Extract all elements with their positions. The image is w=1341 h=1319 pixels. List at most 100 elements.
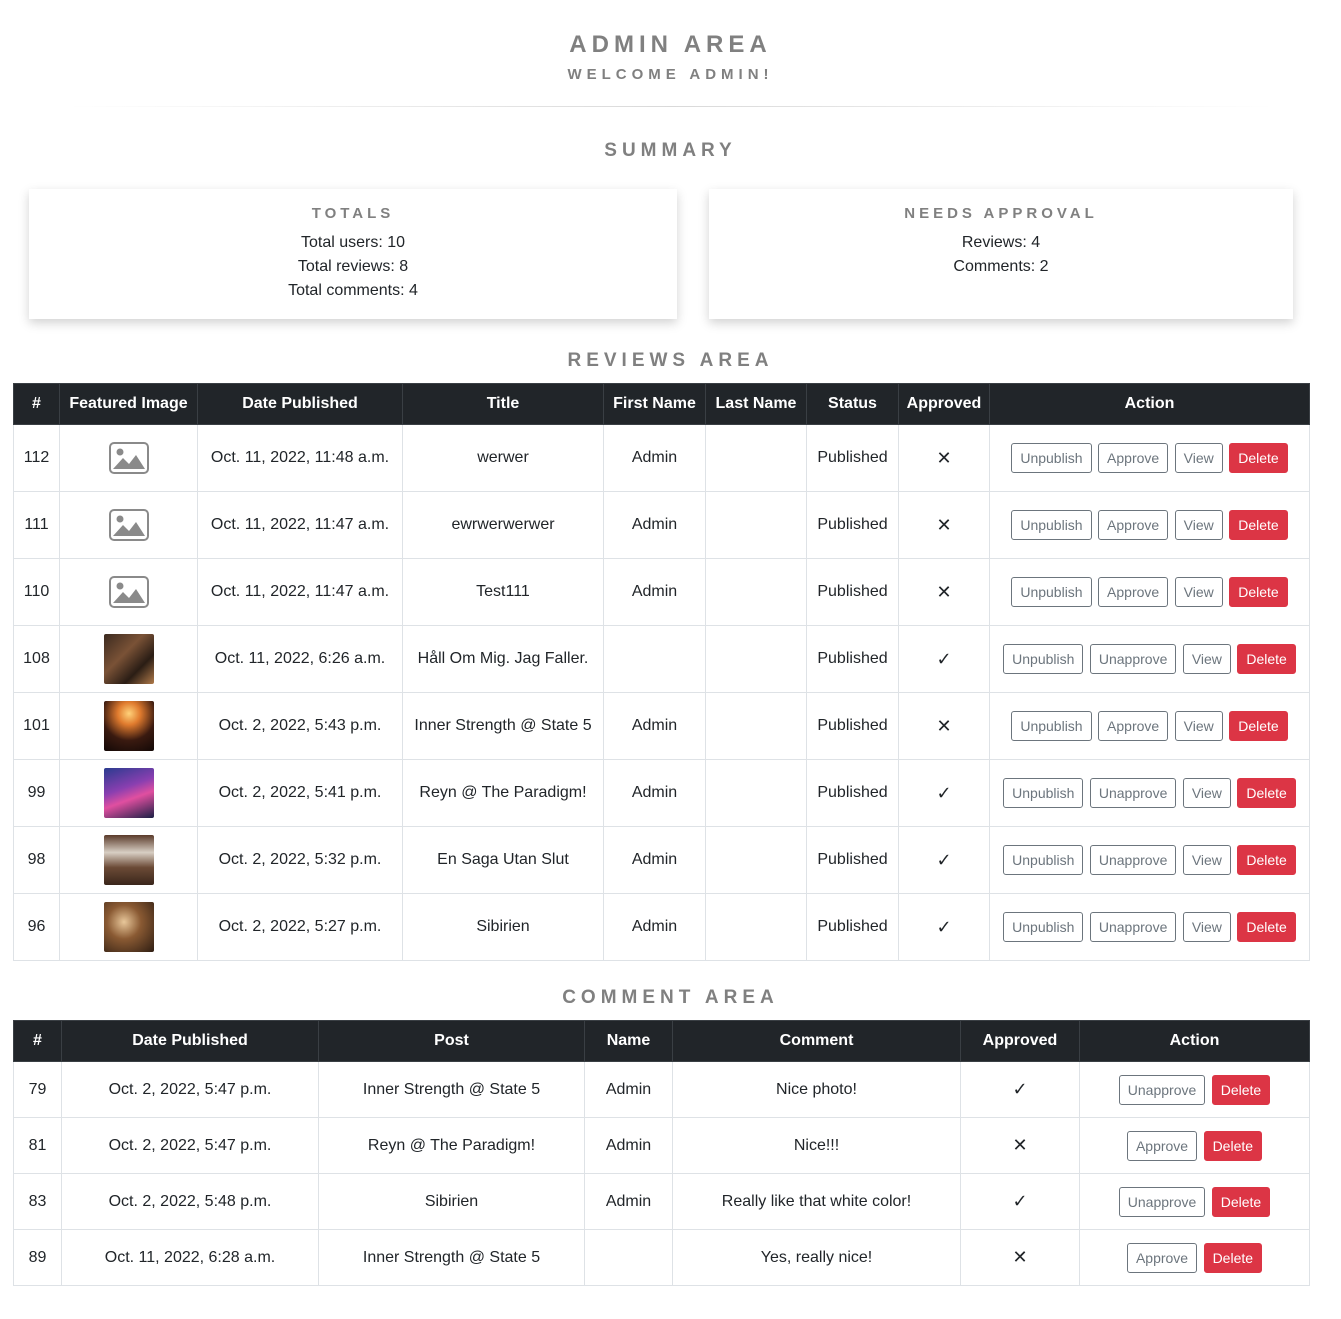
delete-button[interactable]: Delete	[1229, 510, 1288, 540]
last-name	[705, 558, 807, 626]
unpublish-button[interactable]: Unpublish	[1003, 778, 1084, 808]
unpublish-button[interactable]: Unpublish	[1011, 711, 1092, 741]
delete-button[interactable]: Delete	[1229, 711, 1288, 741]
comment-area-title: COMMENT AREA	[562, 987, 779, 1008]
unapprove-button[interactable]: Unapprove	[1118, 1186, 1206, 1217]
last-name	[705, 424, 807, 492]
view-button[interactable]: View	[1182, 778, 1231, 808]
unpublish-button[interactable]: Unpublish	[1003, 644, 1084, 674]
table-row: 99 Oct. 2, 2022, 5:41 p.m. Reyn @ The Para…	[13, 759, 1310, 827]
review-title: Test111	[402, 558, 604, 626]
unpublish-button[interactable]: Unpublish	[1003, 845, 1084, 875]
action-cell: Approve Delete	[1079, 1229, 1310, 1286]
check-icon: ✓	[936, 849, 952, 870]
action-cell: Unpublish Approve View Delete	[989, 692, 1310, 760]
delete-button[interactable]: Delete	[1203, 1242, 1263, 1273]
approve-button[interactable]: Approve	[1098, 510, 1169, 540]
table-row: 83 Oct. 2, 2022, 5:48 p.m. Sibirien Admin Re…	[13, 1173, 1310, 1230]
approved-cell: ✕	[960, 1117, 1080, 1174]
view-button[interactable]: View	[1174, 510, 1223, 540]
approve-button[interactable]: Approve	[1098, 711, 1169, 741]
unpublish-button[interactable]: Unpublish	[1011, 577, 1092, 607]
unapprove-button[interactable]: Unapprove	[1089, 912, 1177, 942]
unapprove-button[interactable]: Unapprove	[1089, 845, 1177, 875]
unapprove-button[interactable]: Unapprove	[1089, 644, 1177, 674]
featured-image-cell	[59, 424, 198, 492]
image-placeholder-icon	[108, 576, 149, 608]
review-title: Sibirien	[402, 893, 604, 961]
approve-button[interactable]: Approve	[1126, 1242, 1198, 1273]
approve-button[interactable]: Approve	[1126, 1130, 1198, 1161]
delete-button[interactable]: Delete	[1203, 1130, 1263, 1161]
review-title: Håll Om Mig. Jag Faller.	[402, 625, 604, 693]
view-button[interactable]: View	[1182, 845, 1231, 875]
featured-image-thumbnail	[103, 768, 154, 818]
column-header-approved: Approved	[898, 383, 990, 425]
last-name	[705, 893, 807, 961]
reviews-table: # Featured Image Date Published Title Fi…	[13, 383, 1310, 961]
delete-button[interactable]: Delete	[1237, 644, 1296, 674]
featured-image-cell	[59, 558, 198, 626]
view-button[interactable]: View	[1182, 912, 1231, 942]
column-header-status: Status	[806, 383, 899, 425]
review-id: 99	[13, 759, 60, 827]
reviews-needing-approval: Reviews: 4	[961, 234, 1041, 251]
view-button[interactable]: View	[1174, 711, 1223, 741]
delete-button[interactable]: Delete	[1211, 1186, 1271, 1217]
column-header-name: Name	[584, 1020, 673, 1062]
post-title: Inner Strength @ State 5	[318, 1229, 585, 1286]
action-cell: Unpublish Unapprove View Delete	[989, 893, 1310, 961]
reviews-header-row: # Featured Image Date Published Title Fi…	[13, 383, 1310, 425]
table-row: 96 Oct. 2, 2022, 5:27 p.m. Sibirien Admin Pu…	[13, 893, 1310, 961]
featured-image-cell	[59, 491, 198, 559]
action-cell: Unapprove Delete	[1079, 1061, 1310, 1118]
action-cell: Approve Delete	[1079, 1117, 1310, 1174]
summary-title: SUMMARY	[604, 140, 737, 161]
review-id: 108	[13, 625, 60, 693]
approve-button[interactable]: Approve	[1098, 443, 1169, 473]
date-published: Oct. 11, 2022, 6:26 a.m.	[197, 625, 403, 693]
action-cell: Unpublish Unapprove View Delete	[989, 759, 1310, 827]
action-cell: Unpublish Approve View Delete	[989, 491, 1310, 559]
last-name	[705, 625, 807, 693]
view-button[interactable]: View	[1174, 443, 1223, 473]
date-published: Oct. 2, 2022, 5:32 p.m.	[197, 826, 403, 894]
cross-icon: ✕	[1012, 1247, 1028, 1267]
welcome-subtitle: WELCOME ADMIN!	[567, 66, 774, 83]
review-id: 101	[13, 692, 60, 760]
column-header-action: Action	[1079, 1020, 1310, 1062]
unpublish-button[interactable]: Unpublish	[1003, 912, 1084, 942]
review-title: werwer	[402, 424, 604, 492]
unapprove-button[interactable]: Unapprove	[1089, 778, 1177, 808]
delete-button[interactable]: Delete	[1237, 778, 1296, 808]
approve-button[interactable]: Approve	[1098, 577, 1169, 607]
approved-cell: ✕	[960, 1229, 1080, 1286]
featured-image-thumbnail	[103, 902, 154, 952]
view-button[interactable]: View	[1174, 577, 1223, 607]
commenter-name: Admin	[584, 1061, 673, 1118]
date-published: Oct. 2, 2022, 5:48 p.m.	[61, 1173, 319, 1230]
column-header-id: #	[13, 1020, 62, 1062]
delete-button[interactable]: Delete	[1237, 845, 1296, 875]
unpublish-button[interactable]: Unpublish	[1011, 443, 1092, 473]
review-id: 98	[13, 826, 60, 894]
approved-cell: ✓	[960, 1061, 1080, 1118]
first-name: Admin	[603, 424, 706, 492]
needs-approval-card: NEEDS APPROVAL Reviews: 4 Comments: 2	[709, 189, 1293, 319]
unpublish-button[interactable]: Unpublish	[1011, 510, 1092, 540]
approved-cell: ✓	[898, 625, 990, 693]
delete-button[interactable]: Delete	[1229, 443, 1288, 473]
unapprove-button[interactable]: Unapprove	[1118, 1074, 1206, 1105]
view-button[interactable]: View	[1182, 644, 1231, 674]
comments-header-row: # Date Published Post Name Comment Appro…	[13, 1020, 1310, 1062]
table-row: 112 Oct. 11, 2022, 11:48 a.m. werwer Admin P…	[13, 424, 1310, 492]
image-placeholder-icon	[108, 509, 149, 541]
review-id: 111	[13, 491, 60, 559]
last-name	[705, 759, 807, 827]
table-row: 98 Oct. 2, 2022, 5:32 p.m. En Saga Utan Sl…	[13, 826, 1310, 894]
cross-icon: ✕	[936, 581, 952, 602]
delete-button[interactable]: Delete	[1237, 912, 1296, 942]
column-header-title: Title	[402, 383, 604, 425]
delete-button[interactable]: Delete	[1211, 1074, 1271, 1105]
delete-button[interactable]: Delete	[1229, 577, 1288, 607]
